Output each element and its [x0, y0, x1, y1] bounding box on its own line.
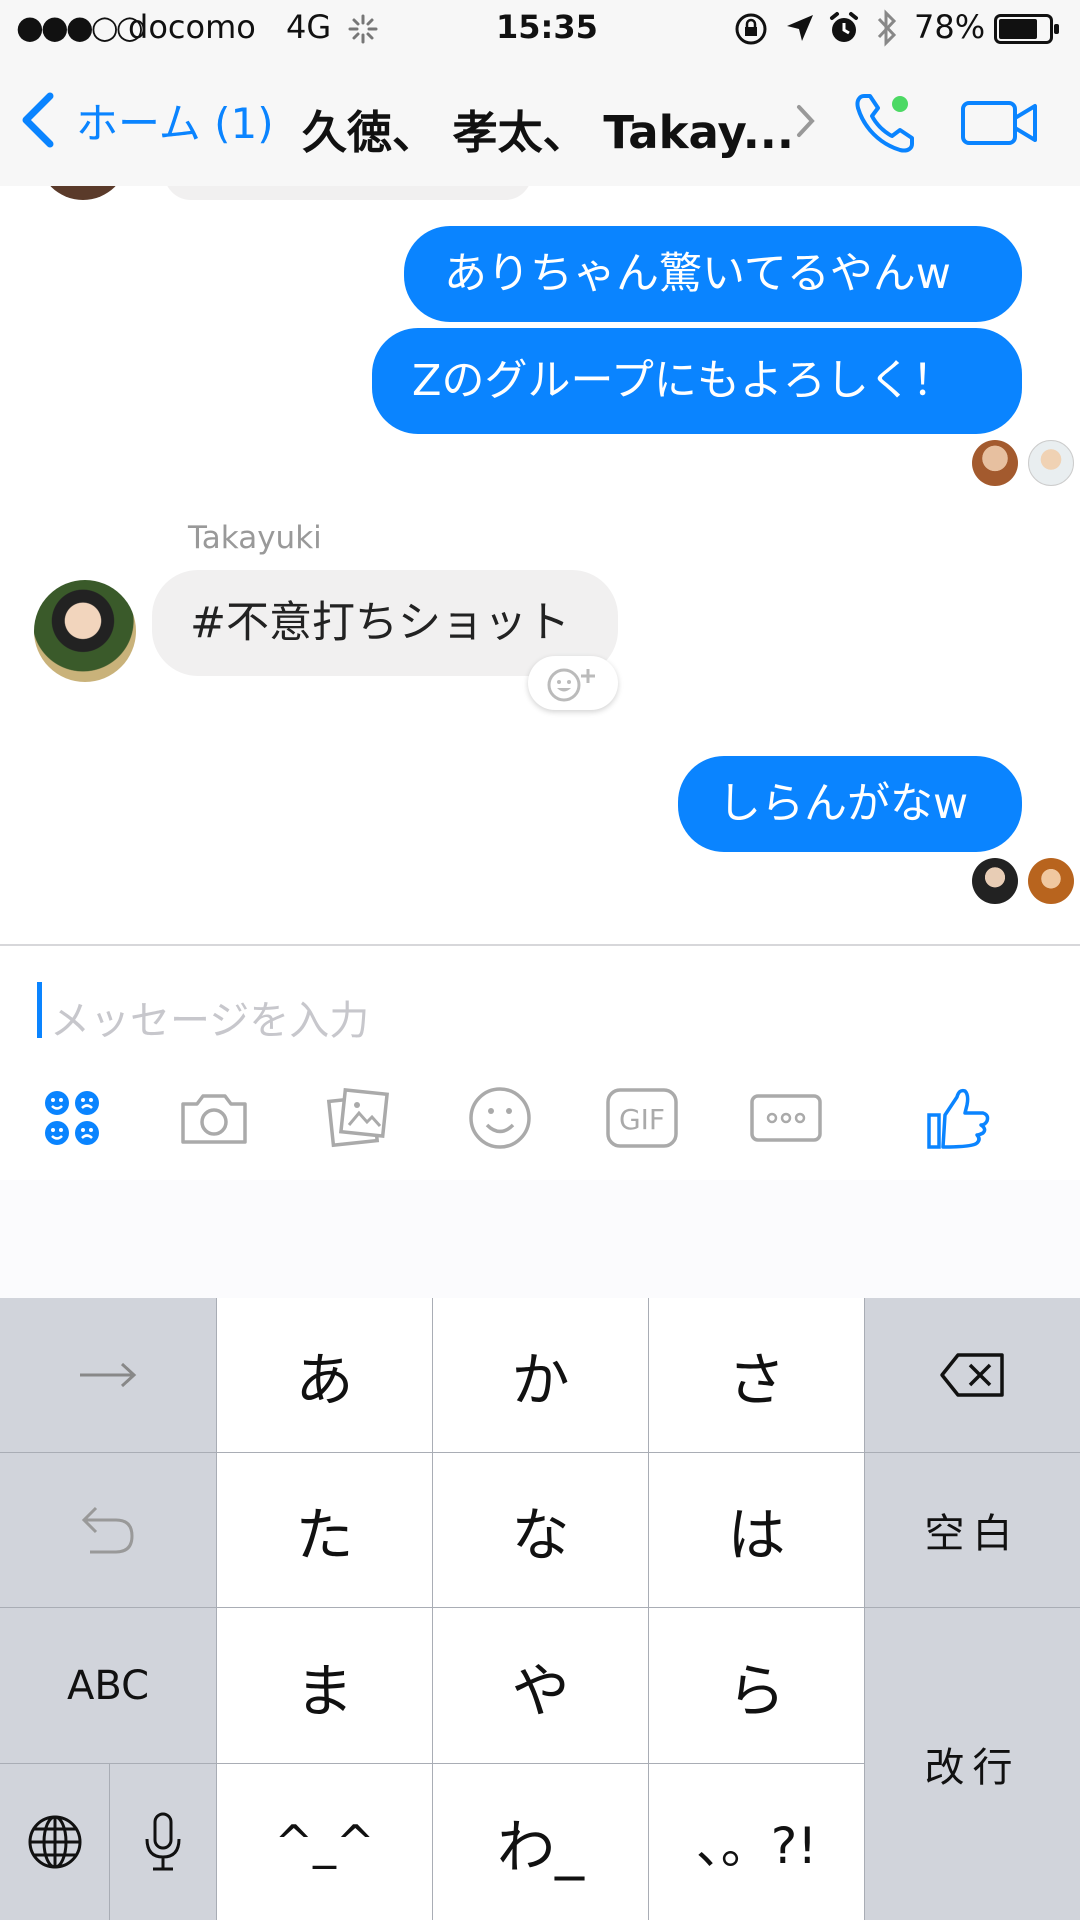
undo-key[interactable]: [0, 1453, 216, 1607]
conversation-title[interactable]: 久徳、 孝太、 Takay...: [302, 96, 794, 161]
battery-icon: [994, 14, 1060, 44]
message-composer: メッセージを入力 GIF: [0, 944, 1080, 1182]
space-key[interactable]: 空白: [865, 1453, 1080, 1607]
message-text: Zのグループにもよろしく！: [412, 355, 955, 406]
text-cursor: [37, 982, 42, 1038]
message-text: #不意打ちショット: [190, 597, 571, 648]
sender-avatar[interactable]: [34, 580, 136, 682]
activity-spinner-icon: [348, 14, 378, 48]
kana-key-wa[interactable]: わ_: [433, 1764, 648, 1920]
nav-bar: ホーム (1) 久徳、 孝太、 Takay...: [0, 58, 1080, 188]
kaomoji-key[interactable]: ^_^: [217, 1764, 432, 1920]
delete-key[interactable]: [865, 1298, 1080, 1452]
message-text: しらんがなw: [718, 778, 969, 829]
clock: 15:35: [496, 8, 598, 46]
read-receipt-avatar: [1028, 440, 1074, 486]
message-input[interactable]: メッセージを入力: [50, 988, 369, 1046]
photo-gallery-icon[interactable]: [318, 1078, 398, 1158]
backspace-icon: [938, 1351, 1008, 1399]
rotation-lock-icon: [734, 12, 768, 50]
read-receipt-avatar: [1028, 858, 1074, 904]
message-bubble-partial[interactable]: [164, 186, 532, 200]
globe-icon: [26, 1813, 84, 1871]
kana-key-ta[interactable]: た: [217, 1453, 432, 1607]
network-type: 4G: [286, 8, 332, 46]
kana-key-sa[interactable]: さ: [649, 1298, 864, 1452]
sender-name: Takayuki: [188, 520, 322, 556]
chevron-right-icon[interactable]: [796, 104, 816, 142]
kana-key-ka[interactable]: か: [433, 1298, 648, 1452]
keyboard-accessory-area: [0, 1180, 1080, 1298]
carrier-name: docomo: [128, 8, 256, 46]
read-receipt-avatar: [972, 440, 1018, 486]
voice-call-icon[interactable]: [850, 88, 920, 162]
bluetooth-icon: [874, 8, 900, 52]
kana-key-na[interactable]: な: [433, 1453, 648, 1607]
dictation-key[interactable]: [110, 1764, 216, 1920]
return-key[interactable]: 改行: [865, 1608, 1080, 1920]
back-label: ホーム (1): [76, 98, 274, 148]
add-reaction-icon: [542, 663, 604, 703]
kana-key-ma[interactable]: ま: [217, 1608, 432, 1763]
add-reaction-button[interactable]: [528, 656, 618, 710]
globe-key[interactable]: [0, 1764, 109, 1920]
outgoing-message[interactable]: ありちゃん驚いてるやんw: [404, 226, 1022, 322]
like-thumb-icon[interactable]: [918, 1078, 998, 1158]
next-candidate-key[interactable]: [0, 1298, 216, 1452]
read-receipt-avatar: [972, 858, 1018, 904]
message-text: ありちゃん驚いてるやんw: [444, 248, 951, 299]
signal-strength: ●●●○○: [16, 8, 144, 46]
chevron-left-icon: [18, 92, 58, 148]
kana-key-ra[interactable]: ら: [649, 1608, 864, 1763]
video-call-icon[interactable]: [960, 98, 1040, 152]
outgoing-message[interactable]: しらんがなw: [678, 756, 1022, 852]
smiley-icon[interactable]: [460, 1078, 540, 1158]
battery-percent: 78%: [914, 8, 986, 46]
location-arrow-icon: [784, 12, 816, 48]
japanese-kana-keyboard: あ か さ た な は 空白 ABC ま や ら 改行 ^_^ わ_ 、。?!: [0, 1298, 1080, 1920]
arrow-right-icon: [76, 1360, 140, 1390]
kana-key-ha[interactable]: は: [649, 1453, 864, 1607]
camera-icon[interactable]: [174, 1078, 254, 1158]
kana-key-a[interactable]: あ: [217, 1298, 432, 1452]
microphone-icon: [143, 1811, 183, 1873]
status-bar: ●●●○○ docomo 4G 15:35 78%: [0, 0, 1080, 58]
gif-icon[interactable]: GIF: [602, 1078, 682, 1158]
svg-text:GIF: GIF: [619, 1103, 665, 1136]
outgoing-message[interactable]: Zのグループにもよろしく！: [372, 328, 1022, 434]
kana-key-ya[interactable]: や: [433, 1608, 648, 1763]
message-thread[interactable]: ありちゃん驚いてるやんw Zのグループにもよろしく！ Takayuki #不意打…: [0, 186, 1080, 944]
undo-icon: [78, 1500, 138, 1560]
abc-key[interactable]: ABC: [0, 1608, 216, 1763]
alarm-icon: [826, 10, 862, 50]
back-button[interactable]: ホーム (1): [18, 90, 274, 150]
punctuation-key[interactable]: 、。?!: [649, 1764, 864, 1920]
more-icon[interactable]: [744, 1078, 828, 1158]
emoji-faces-icon[interactable]: [32, 1078, 112, 1158]
avatar: [38, 186, 128, 200]
